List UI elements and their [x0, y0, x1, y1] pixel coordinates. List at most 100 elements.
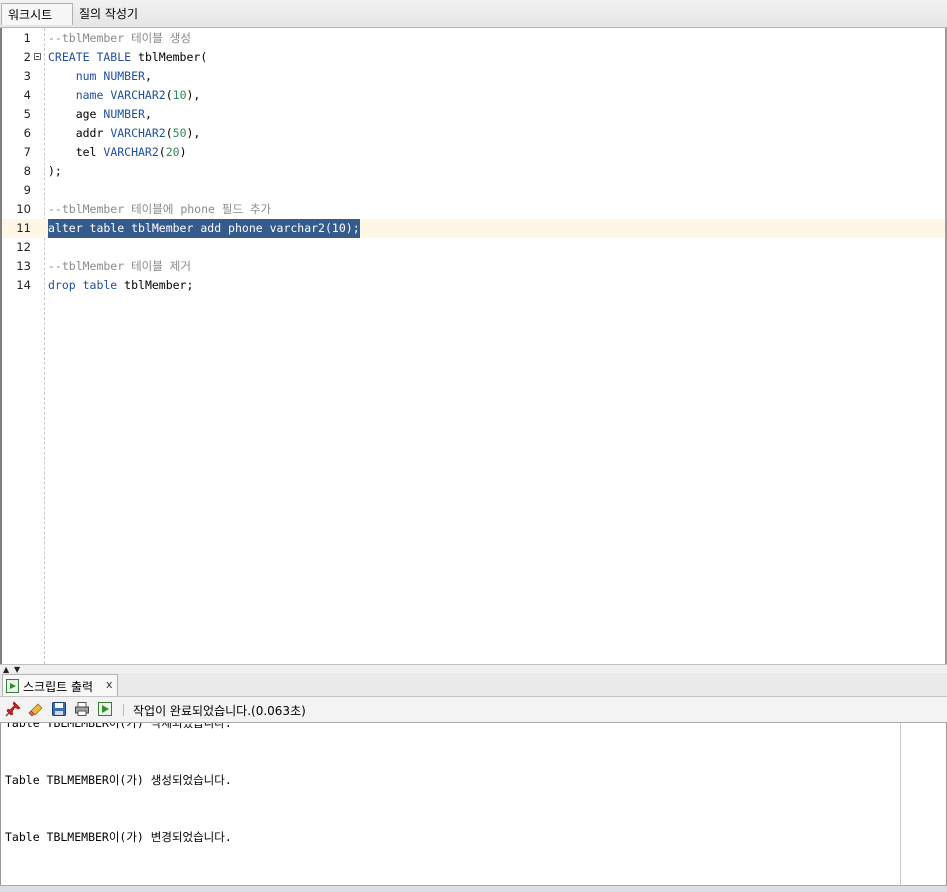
- code-text: drop table tblMember;: [48, 276, 193, 295]
- line-number: 2: [23, 50, 31, 64]
- code-token: ),: [186, 88, 201, 102]
- code-token: alter table: [48, 221, 132, 235]
- code-text: CREATE TABLE tblMember(: [48, 48, 207, 67]
- code-text: tel VARCHAR2(20): [48, 143, 187, 162]
- line-number: 7: [23, 145, 31, 159]
- status-message: 작업이 완료되었습니다.(0.063초): [133, 704, 306, 718]
- code-token: ,: [144, 107, 152, 121]
- code-token: 50: [172, 126, 187, 140]
- code-line[interactable]: 5 age NUMBER,: [2, 105, 945, 124]
- code-token: VARCHAR2: [110, 126, 166, 140]
- code-token: NUMBER: [103, 107, 145, 121]
- line-number: 1: [23, 31, 31, 45]
- code-token: CREATE TABLE: [48, 50, 139, 64]
- code-token: 10: [172, 88, 187, 102]
- code-text: --tblMember 테이블 생성: [48, 29, 191, 48]
- code-text: );: [48, 162, 62, 181]
- output-toolbar: 작업이 완료되었습니다.(0.063초): [0, 697, 947, 723]
- code-line[interactable]: 14 drop table tblMember;: [2, 276, 945, 295]
- eraser-icon[interactable]: [28, 701, 44, 717]
- line-number: 11: [16, 221, 31, 235]
- code-text: num NUMBER,: [48, 67, 152, 86]
- code-token: varchar2: [269, 221, 325, 235]
- code-token: tblMember;: [124, 278, 194, 292]
- tab-query-builder[interactable]: 질의 작성기: [73, 3, 144, 25]
- code-token: --tblMember 테이블 생성: [48, 31, 191, 45]
- code-line[interactable]: 2 CREATE TABLE tblMember(: [2, 48, 945, 67]
- tab-script-output[interactable]: 스크립트 출력 x: [2, 674, 118, 696]
- line-number: 14: [16, 278, 31, 292]
- code-token: VARCHAR2: [103, 145, 159, 159]
- panel-splitter[interactable]: ▲ ▼: [0, 664, 947, 674]
- code-line[interactable]: 12: [2, 238, 945, 257]
- code-token: ): [179, 145, 187, 159]
- code-token: --tblMember 테이블 제거: [48, 259, 191, 273]
- code-token: --tblMember 테이블에 phone 필드 추가: [48, 202, 272, 216]
- code-token: addr: [48, 126, 111, 140]
- worksheet-tab-bar: 워크시트 질의 작성기: [0, 0, 947, 28]
- code-token: name: [48, 88, 111, 102]
- code-text: --tblMember 테이블에 phone 필드 추가: [48, 200, 271, 219]
- code-line[interactable]: 4 name VARCHAR2(10),: [2, 86, 945, 105]
- code-line[interactable]: 6 addr VARCHAR2(50),: [2, 124, 945, 143]
- fold-collapse-icon[interactable]: [34, 53, 41, 60]
- line-number: 5: [23, 107, 31, 121]
- code-token: 20: [165, 145, 180, 159]
- code-text: age NUMBER,: [48, 105, 152, 124]
- output-tab-bar: 스크립트 출력 x: [0, 673, 947, 697]
- code-line[interactable]: 8);: [2, 162, 945, 181]
- code-token: ,: [144, 69, 152, 83]
- window-bottom-edge: [0, 885, 947, 892]
- line-number: 10: [16, 202, 31, 216]
- output-scroll-divider: [900, 723, 901, 885]
- code-token: 10: [331, 221, 346, 235]
- code-line[interactable]: 3 num NUMBER,: [2, 67, 945, 86]
- line-number: 12: [16, 240, 31, 254]
- code-line[interactable]: 7 tel VARCHAR2(20): [2, 143, 945, 162]
- line-number: 3: [23, 69, 31, 83]
- script-output-area[interactable]: Table TBLMEMBER이(가) 삭제되었습니다. Table TBLME…: [0, 723, 947, 885]
- code-token: NUMBER: [103, 69, 145, 83]
- script-output-icon[interactable]: [97, 701, 113, 717]
- code-token: );: [345, 221, 360, 235]
- code-token: tblMember(: [138, 50, 208, 64]
- code-line[interactable]: 11 alter table tblMember add phone varcha…: [2, 219, 945, 238]
- pin-icon[interactable]: [5, 701, 21, 717]
- sql-editor[interactable]: 1 --tblMember 테이블 생성 2 CREATE TABLE tblMemb…: [0, 28, 947, 664]
- script-output-icon: [6, 679, 19, 693]
- code-token: VARCHAR2: [110, 88, 166, 102]
- line-number: 9: [23, 183, 31, 197]
- code-token: age: [48, 107, 104, 121]
- code-token: drop table: [48, 278, 125, 292]
- code-token: (: [324, 221, 332, 235]
- toolbar-separator: [123, 704, 124, 716]
- code-token: num: [48, 69, 104, 83]
- code-token: (: [158, 145, 166, 159]
- code-line[interactable]: 10 --tblMember 테이블에 phone 필드 추가: [2, 200, 945, 219]
- code-token: tblMember: [131, 221, 201, 235]
- script-output-tab-label: 스크립트 출력: [23, 680, 94, 694]
- code-token: add: [200, 221, 229, 235]
- line-number: 13: [16, 259, 31, 273]
- code-text: addr VARCHAR2(50),: [48, 124, 201, 143]
- tab-worksheet[interactable]: 워크시트: [1, 3, 73, 25]
- line-number: 4: [23, 88, 31, 102]
- output-line: Table TBLMEMBER이(가) 삭제되었습니다.: [5, 723, 232, 730]
- code-text: --tblMember 테이블 제거: [48, 257, 191, 276]
- code-line[interactable]: 13 --tblMember 테이블 제거: [2, 257, 945, 276]
- print-icon[interactable]: [74, 701, 90, 717]
- save-icon[interactable]: [51, 701, 67, 717]
- output-line: Table TBLMEMBER이(가) 생성되었습니다.: [5, 773, 232, 787]
- code-text: name VARCHAR2(10),: [48, 86, 201, 105]
- code-token: tel: [48, 145, 104, 159]
- output-line: Table TBLMEMBER이(가) 변경되었습니다.: [5, 830, 232, 844]
- code-token: (: [165, 126, 173, 140]
- code-line[interactable]: 1 --tblMember 테이블 생성: [2, 29, 945, 48]
- selected-code-text: alter table tblMember add phone varchar2…: [48, 219, 360, 238]
- code-token: phone: [228, 221, 270, 235]
- code-token: (: [165, 88, 173, 102]
- line-number: 6: [23, 126, 31, 140]
- code-line[interactable]: 9: [2, 181, 945, 200]
- line-number: 8: [23, 164, 31, 178]
- close-icon[interactable]: x: [106, 678, 113, 691]
